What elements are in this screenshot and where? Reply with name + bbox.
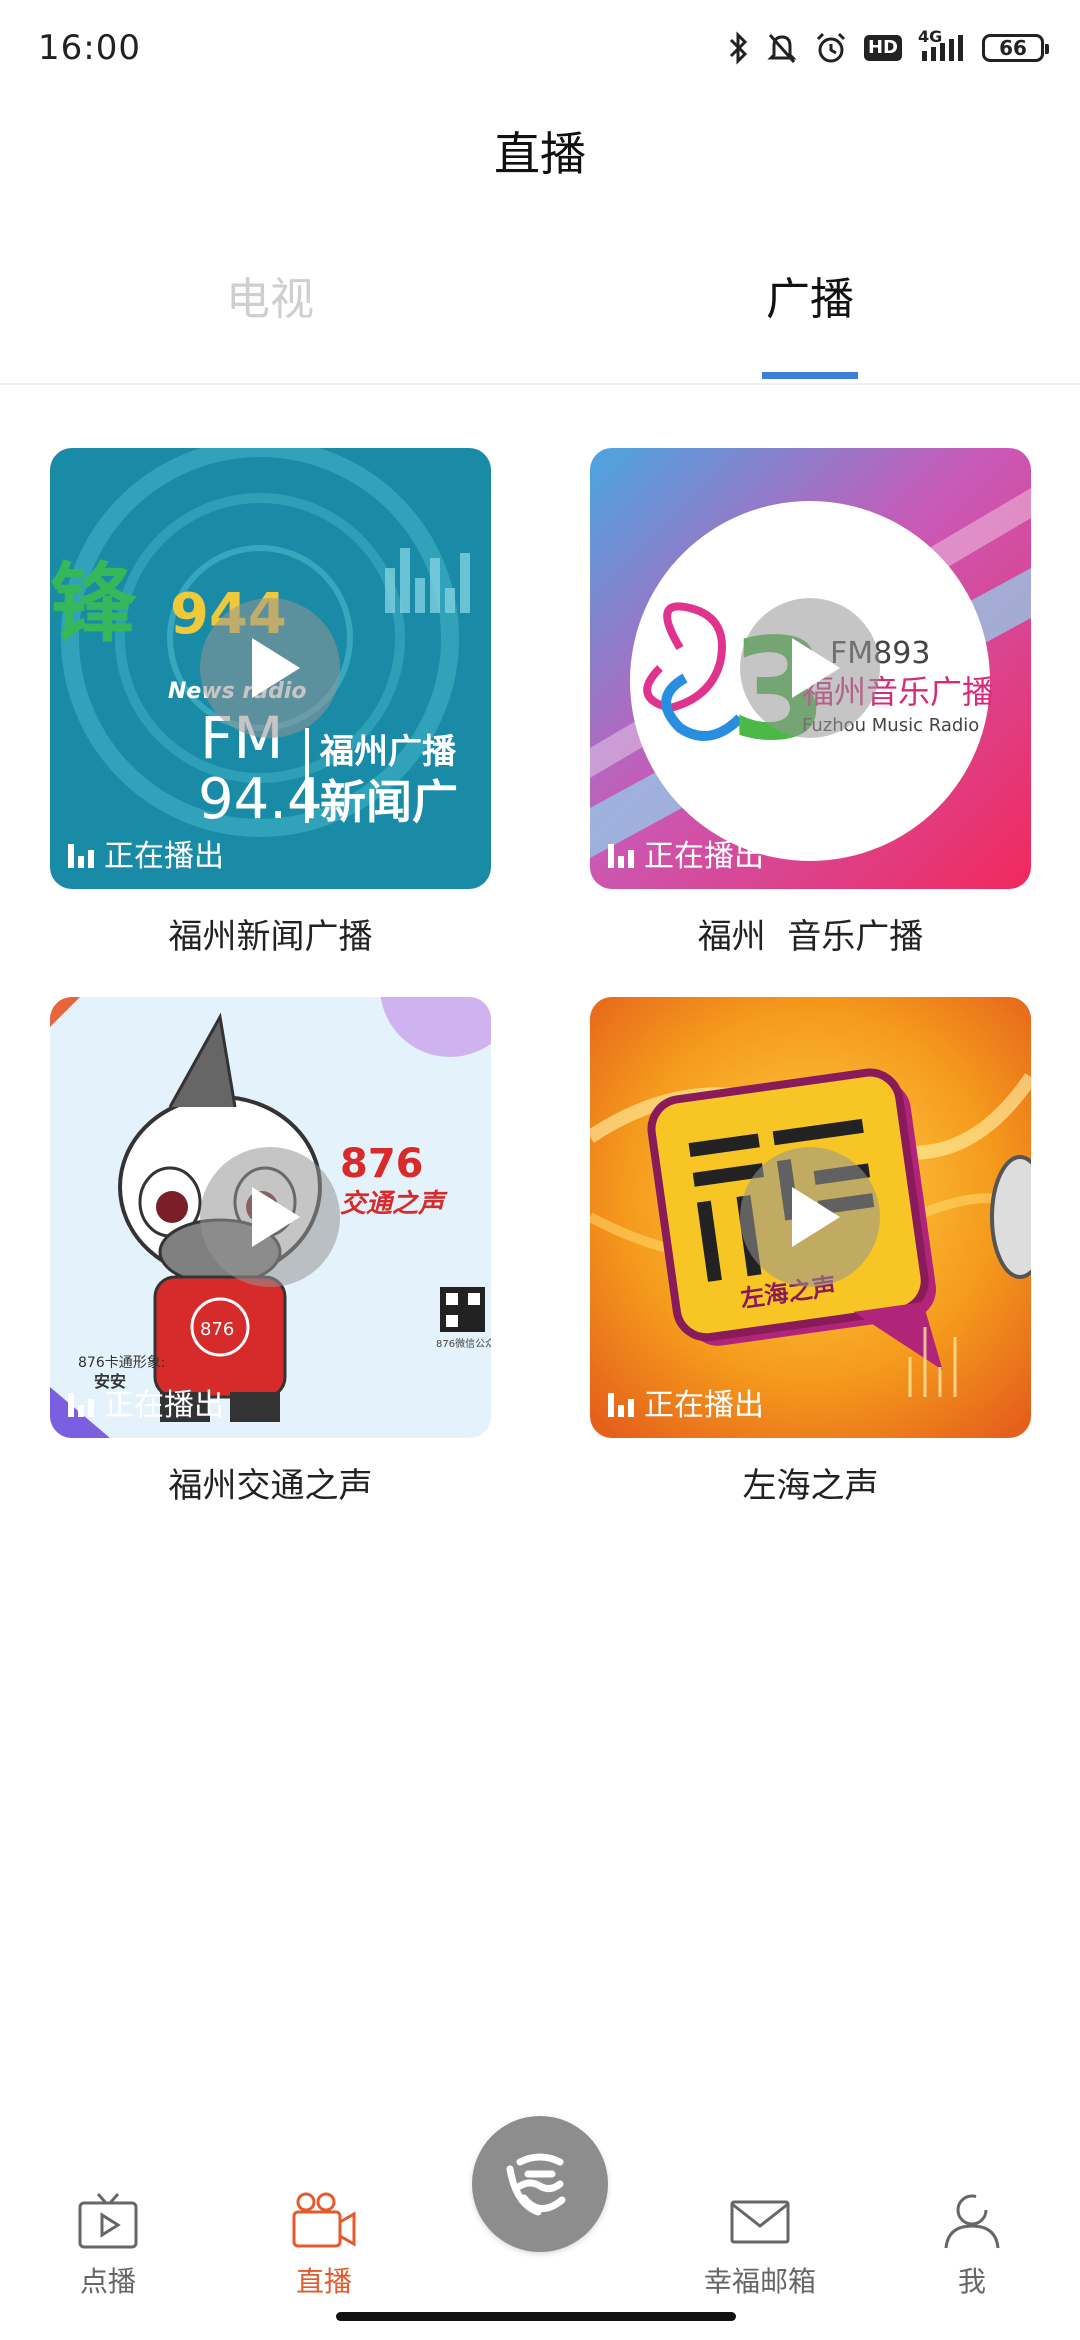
user-icon	[944, 2194, 1000, 2249]
nav-item-mailbox[interactable]: 幸福邮箱	[680, 2190, 840, 2300]
live-badge: 正在播出	[68, 1380, 224, 1424]
page-title: 直播	[494, 127, 586, 181]
play-button[interactable]	[740, 1147, 880, 1287]
battery-icon: 66	[982, 34, 1049, 62]
status-time: 16:00	[38, 28, 141, 68]
nav-label: 我	[957, 2265, 986, 2298]
svg-text:876卡通形象:: 876卡通形象:	[78, 1355, 165, 1371]
station-title: 左海之声	[742, 1466, 879, 1506]
play-button[interactable]	[740, 598, 880, 738]
live-label: 正在播出	[104, 1388, 224, 1423]
station-card-traffic[interactable]: 876 876 交通之声 876微信公众 876卡通形象: 安安 正在播出 福州…	[50, 997, 491, 1507]
hd-badge: HD	[863, 35, 902, 61]
station-card-zuohai[interactable]: 左海之声 正在播出 左海之声	[590, 997, 1031, 1507]
nav-label: 直播	[295, 2265, 352, 2298]
app-screen: 16:00 HD 4G 66 直播 电视 广播 锋 News FM 94.4 福…	[0, 0, 1080, 2340]
live-badge: 正在播出	[68, 831, 224, 875]
tab-radio[interactable]: 广播	[680, 255, 940, 375]
tab-bar: 电视 广播	[0, 255, 1080, 385]
svg-text:交通之声: 交通之声	[340, 1189, 448, 1219]
center-logo-button[interactable]	[472, 2116, 608, 2252]
video-camera-icon	[292, 2192, 356, 2248]
equalizer-icon	[68, 838, 94, 868]
svg-text:876: 876	[200, 1319, 234, 1340]
station-thumbnail: 左海之声 正在播出	[590, 997, 1031, 1438]
nav-item-vod[interactable]: 点播	[28, 2190, 188, 2300]
tv-play-icon	[78, 2193, 138, 2249]
svg-text:94.4: 94.4	[198, 767, 323, 832]
station-card-music[interactable]: 3 FM893 福州音乐广播 Fuzhou Music Radio 正在播出 福…	[590, 448, 1031, 958]
station-title: 福州交通之声	[168, 1466, 373, 1506]
art-brand-glyph: 锋	[50, 554, 137, 654]
equalizer-icon	[608, 838, 634, 868]
nav-item-live[interactable]: 直播	[244, 2190, 404, 2300]
network-type: 4G	[918, 27, 943, 46]
mail-icon	[730, 2200, 790, 2244]
station-title: 福州 音乐广播	[697, 917, 924, 957]
live-label: 正在播出	[104, 839, 224, 874]
play-button[interactable]	[200, 598, 340, 738]
nav-item-me[interactable]: 我	[892, 2190, 1052, 2300]
svg-text:新闻广: 新闻广	[320, 775, 458, 829]
bluetooth-icon	[729, 31, 748, 65]
live-label: 正在播出	[644, 839, 764, 874]
bell-muted-icon	[767, 34, 797, 63]
signal-indicator: 4G	[918, 27, 966, 63]
live-badge: 正在播出	[608, 1380, 764, 1424]
svg-text:福州广播: 福州广播	[319, 732, 457, 772]
svg-text:876微信公众: 876微信公众	[436, 1337, 491, 1350]
station-thumbnail: 3 FM893 福州音乐广播 Fuzhou Music Radio 正在播出	[590, 448, 1031, 889]
divider	[0, 383, 1080, 385]
nav-label: 点播	[79, 2265, 136, 2298]
station-title: 福州新闻广播	[168, 917, 373, 957]
tab-tv[interactable]: 电视	[140, 255, 400, 375]
equalizer-icon	[68, 1387, 94, 1417]
equalizer-icon	[608, 1387, 634, 1417]
home-indicator[interactable]	[336, 2312, 736, 2321]
station-thumbnail: 876 876 交通之声 876微信公众 876卡通形象: 安安 正在播出	[50, 997, 491, 1438]
play-button[interactable]	[200, 1147, 340, 1287]
station-card-news[interactable]: 锋 944 News radio FM 94.4 福州广播 新闻广 正在播出 福…	[50, 448, 491, 958]
bottom-nav: 点播 直播 幸福邮箱 我	[0, 2100, 1080, 2300]
tab-active-indicator	[762, 372, 858, 379]
live-badge: 正在播出	[608, 831, 764, 875]
status-icons: HD 4G 66	[728, 27, 1049, 65]
status-bar: 16:00 HD 4G 66	[0, 0, 1080, 96]
alarm-icon	[816, 32, 846, 63]
station-thumbnail: 锋 944 News radio FM 94.4 福州广播 新闻广 正在播出	[50, 448, 491, 889]
nav-label: 幸福邮箱	[703, 2265, 816, 2298]
svg-text:876: 876	[340, 1141, 424, 1187]
center-logo-icon	[506, 2153, 566, 2216]
live-label: 正在播出	[644, 1388, 764, 1423]
